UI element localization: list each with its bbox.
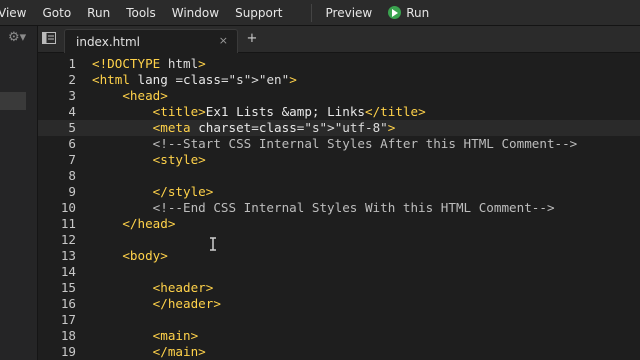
code-line[interactable]: 3 <head>	[38, 88, 640, 104]
text-cursor-icon	[209, 236, 217, 252]
code-line[interactable]: 5 <meta charset=class="s">"utf-8">	[38, 120, 640, 136]
line-number: 15	[60, 280, 76, 295]
menu-support[interactable]: Support	[235, 6, 282, 20]
code-editor[interactable]: 1 <!DOCTYPE html> 2 <html lang =class="s">"…	[38, 53, 640, 360]
line-number: 7	[68, 152, 76, 167]
code-line[interactable]: 2 <html lang =class="s">"en">	[38, 72, 640, 88]
code-text[interactable]: <!--Start CSS Internal Styles After this…	[92, 136, 578, 152]
code-text[interactable]: <header>	[92, 280, 214, 296]
code-line[interactable]: 13 <body>	[38, 248, 640, 264]
menu-window[interactable]: Window	[172, 6, 219, 20]
menu-goto[interactable]: Goto	[42, 6, 71, 20]
line-number: 16	[60, 296, 76, 311]
code-line[interactable]: 9 </style>	[38, 184, 640, 200]
tab-bar: index.html × +	[38, 26, 640, 53]
file-list-icon[interactable]	[42, 32, 56, 44]
line-number: 17	[60, 312, 76, 327]
code-line[interactable]: 6 <!--Start CSS Internal Styles After th…	[38, 136, 640, 152]
line-number: 12	[60, 232, 76, 247]
code-text[interactable]: <!DOCTYPE html>	[92, 56, 206, 72]
code-line[interactable]: 16 </header>	[38, 296, 640, 312]
new-tab-button[interactable]: +	[244, 32, 260, 46]
code-text[interactable]: </head>	[92, 216, 175, 232]
line-number: 14	[60, 264, 76, 279]
code-line[interactable]: 1 <!DOCTYPE html>	[38, 56, 640, 72]
line-number: 8	[68, 168, 76, 183]
tab-label: index.html	[76, 35, 140, 49]
line-number: 6	[68, 136, 76, 151]
code-text[interactable]: </style>	[92, 184, 214, 200]
play-icon	[388, 6, 402, 19]
code-line[interactable]: 19 </main>	[38, 344, 640, 360]
code-text[interactable]: <meta charset=class="s">"utf-8">	[92, 120, 396, 136]
code-line[interactable]: 11 </head>	[38, 216, 640, 232]
line-number: 9	[68, 184, 76, 199]
code-text[interactable]: </header>	[92, 296, 221, 312]
code-line[interactable]: 8	[38, 168, 640, 184]
line-number: 2	[68, 72, 76, 87]
code-line[interactable]: 18 <main>	[38, 328, 640, 344]
run-button-label: Run	[406, 5, 430, 20]
line-number: 5	[68, 120, 76, 135]
tab-index-html[interactable]: index.html ×	[64, 29, 238, 53]
code-line[interactable]: 7 <style>	[38, 152, 640, 168]
close-icon[interactable]: ×	[219, 34, 228, 47]
code-text[interactable]: <body>	[92, 248, 168, 264]
sidebar-selected-item[interactable]	[0, 92, 26, 110]
code-line[interactable]: 14	[38, 264, 640, 280]
line-number: 1	[68, 56, 76, 71]
toolbar-divider	[310, 3, 312, 22]
menu-tools[interactable]: Tools	[126, 6, 156, 20]
code-text[interactable]: </main>	[92, 344, 206, 360]
code-line[interactable]: 15 <header>	[38, 280, 640, 296]
menu-view[interactable]: View	[0, 6, 26, 20]
line-number: 11	[60, 216, 76, 231]
code-line[interactable]: 10 <!--End CSS Internal Styles With this…	[38, 200, 640, 216]
run-button[interactable]: Run	[388, 6, 429, 20]
code-text[interactable]: <html lang =class="s">"en">	[92, 72, 297, 88]
code-text[interactable]: <style>	[92, 152, 206, 168]
code-text[interactable]: <!--End CSS Internal Styles With this HT…	[92, 200, 555, 216]
line-number: 4	[68, 104, 76, 119]
gear-icon[interactable]: ⚙▾	[8, 30, 30, 46]
menu-run[interactable]: Run	[87, 6, 110, 20]
line-number: 13	[60, 248, 76, 263]
line-number: 19	[60, 344, 76, 359]
code-line[interactable]: 12	[38, 232, 640, 248]
code-text[interactable]: <title>Ex1 Lists &amp; Links</title>	[92, 104, 426, 120]
code-text[interactable]: <main>	[92, 328, 199, 344]
line-number: 18	[60, 328, 76, 343]
sidebar: ⚙▾	[0, 26, 38, 360]
preview-button[interactable]: Preview	[326, 6, 373, 20]
line-number: 3	[68, 88, 76, 103]
menu-bar: View Goto Run Tools Window Support Previ…	[0, 0, 640, 26]
code-text[interactable]: <head>	[92, 88, 168, 104]
code-line[interactable]: 17	[38, 312, 640, 328]
line-number: 10	[60, 200, 76, 215]
code-line[interactable]: 4 <title>Ex1 Lists &amp; Links</title>	[38, 104, 640, 120]
